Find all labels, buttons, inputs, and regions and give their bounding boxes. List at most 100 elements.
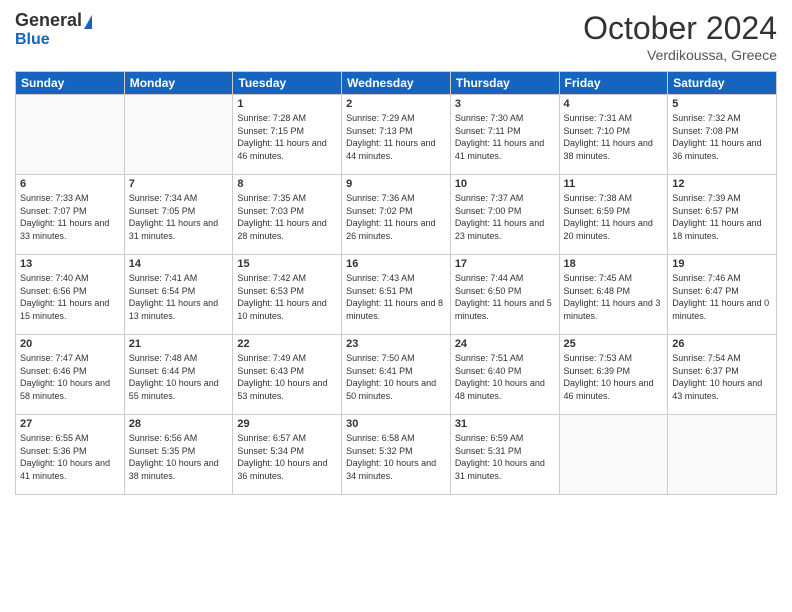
day-info: Sunrise: 7:51 AM Sunset: 6:40 PM Dayligh… xyxy=(455,352,555,402)
calendar-cell: 24 Sunrise: 7:51 AM Sunset: 6:40 PM Dayli… xyxy=(450,335,559,415)
calendar-cell: 30 Sunrise: 6:58 AM Sunset: 5:32 PM Dayli… xyxy=(342,415,451,495)
calendar-cell: 7 Sunrise: 7:34 AM Sunset: 7:05 PM Daylig… xyxy=(124,175,233,255)
day-info: Sunrise: 6:55 AM Sunset: 5:36 PM Dayligh… xyxy=(20,432,120,482)
day-info: Sunrise: 7:43 AM Sunset: 6:51 PM Dayligh… xyxy=(346,272,446,322)
day-number: 27 xyxy=(20,418,120,430)
day-number: 10 xyxy=(455,178,555,190)
day-info: Sunrise: 6:57 AM Sunset: 5:34 PM Dayligh… xyxy=(237,432,337,482)
day-info: Sunrise: 7:31 AM Sunset: 7:10 PM Dayligh… xyxy=(564,112,664,162)
calendar-cell: 6 Sunrise: 7:33 AM Sunset: 7:07 PM Daylig… xyxy=(16,175,125,255)
day-number: 13 xyxy=(20,258,120,270)
month-title: October 2024 xyxy=(583,10,777,47)
day-info: Sunrise: 7:35 AM Sunset: 7:03 PM Dayligh… xyxy=(237,192,337,242)
day-info: Sunrise: 6:58 AM Sunset: 5:32 PM Dayligh… xyxy=(346,432,446,482)
day-info: Sunrise: 7:36 AM Sunset: 7:02 PM Dayligh… xyxy=(346,192,446,242)
calendar-cell: 21 Sunrise: 7:48 AM Sunset: 6:44 PM Dayli… xyxy=(124,335,233,415)
calendar-cell: 2 Sunrise: 7:29 AM Sunset: 7:13 PM Daylig… xyxy=(342,95,451,175)
day-number: 7 xyxy=(129,178,229,190)
logo-general-text: General xyxy=(15,10,82,31)
day-number: 29 xyxy=(237,418,337,430)
day-info: Sunrise: 7:46 AM Sunset: 6:47 PM Dayligh… xyxy=(672,272,772,322)
day-info: Sunrise: 7:34 AM Sunset: 7:05 PM Dayligh… xyxy=(129,192,229,242)
header: General Blue October 2024 Verdikoussa, G… xyxy=(15,10,777,63)
weekday-header: Tuesday xyxy=(233,72,342,95)
calendar-cell: 4Sunrise: 7:31 AM Sunset: 7:10 PM Daylig… xyxy=(559,95,668,175)
calendar-cell: 10 Sunrise: 7:37 AM Sunset: 7:00 PM Dayli… xyxy=(450,175,559,255)
calendar-cell xyxy=(16,95,125,175)
weekday-header: Thursday xyxy=(450,72,559,95)
calendar-cell: 8Sunrise: 7:35 AM Sunset: 7:03 PM Daylig… xyxy=(233,175,342,255)
calendar-cell: 3 Sunrise: 7:30 AM Sunset: 7:11 PM Daylig… xyxy=(450,95,559,175)
day-info: Sunrise: 7:48 AM Sunset: 6:44 PM Dayligh… xyxy=(129,352,229,402)
logo-triangle-icon xyxy=(84,15,92,29)
calendar-cell: 17Sunrise: 7:44 AM Sunset: 6:50 PM Dayli… xyxy=(450,255,559,335)
page-container: General Blue October 2024 Verdikoussa, G… xyxy=(0,0,792,612)
day-number: 28 xyxy=(129,418,229,430)
day-info: Sunrise: 7:42 AM Sunset: 6:53 PM Dayligh… xyxy=(237,272,337,322)
calendar-cell: 27 Sunrise: 6:55 AM Sunset: 5:36 PM Dayli… xyxy=(16,415,125,495)
day-number: 6 xyxy=(20,178,120,190)
calendar-cell: 25 Sunrise: 7:53 AM Sunset: 6:39 PM Dayli… xyxy=(559,335,668,415)
weekday-header: Wednesday xyxy=(342,72,451,95)
calendar-cell: 20Sunrise: 7:47 AM Sunset: 6:46 PM Dayli… xyxy=(16,335,125,415)
day-number: 26 xyxy=(672,338,772,350)
calendar-cell: 5Sunrise: 7:32 AM Sunset: 7:08 PM Daylig… xyxy=(668,95,777,175)
logo: General Blue xyxy=(15,10,92,49)
day-number: 30 xyxy=(346,418,446,430)
day-info: Sunrise: 7:29 AM Sunset: 7:13 PM Dayligh… xyxy=(346,112,446,162)
day-info: Sunrise: 7:38 AM Sunset: 6:59 PM Dayligh… xyxy=(564,192,664,242)
day-number: 9 xyxy=(346,178,446,190)
calendar-cell: 23 Sunrise: 7:50 AM Sunset: 6:41 PM Dayli… xyxy=(342,335,451,415)
weekday-header: Monday xyxy=(124,72,233,95)
title-block: October 2024 Verdikoussa, Greece xyxy=(583,10,777,63)
day-info: Sunrise: 7:30 AM Sunset: 7:11 PM Dayligh… xyxy=(455,112,555,162)
calendar-cell: 31 Sunrise: 6:59 AM Sunset: 5:31 PM Dayli… xyxy=(450,415,559,495)
weekday-header: Sunday xyxy=(16,72,125,95)
calendar-cell xyxy=(559,415,668,495)
day-info: Sunrise: 7:45 AM Sunset: 6:48 PM Dayligh… xyxy=(564,272,664,322)
calendar-cell: 18Sunrise: 7:45 AM Sunset: 6:48 PM Dayli… xyxy=(559,255,668,335)
day-number: 2 xyxy=(346,98,446,110)
day-info: Sunrise: 7:53 AM Sunset: 6:39 PM Dayligh… xyxy=(564,352,664,402)
day-info: Sunrise: 7:44 AM Sunset: 6:50 PM Dayligh… xyxy=(455,272,555,322)
calendar-cell: 15 Sunrise: 7:42 AM Sunset: 6:53 PM Dayli… xyxy=(233,255,342,335)
day-info: Sunrise: 7:49 AM Sunset: 6:43 PM Dayligh… xyxy=(237,352,337,402)
weekday-header: Saturday xyxy=(668,72,777,95)
calendar-cell: 12Sunrise: 7:39 AM Sunset: 6:57 PM Dayli… xyxy=(668,175,777,255)
weekday-header: Friday xyxy=(559,72,668,95)
day-number: 23 xyxy=(346,338,446,350)
day-number: 22 xyxy=(237,338,337,350)
day-number: 12 xyxy=(672,178,772,190)
day-number: 31 xyxy=(455,418,555,430)
day-number: 5 xyxy=(672,98,772,110)
calendar-cell: 1Sunrise: 7:28 AM Sunset: 7:15 PM Daylig… xyxy=(233,95,342,175)
calendar-cell: 29 Sunrise: 6:57 AM Sunset: 5:34 PM Dayli… xyxy=(233,415,342,495)
day-info: Sunrise: 6:59 AM Sunset: 5:31 PM Dayligh… xyxy=(455,432,555,482)
location-subtitle: Verdikoussa, Greece xyxy=(583,47,777,63)
calendar-cell xyxy=(124,95,233,175)
calendar-table: SundayMondayTuesdayWednesdayThursdayFrid… xyxy=(15,71,777,495)
calendar-cell: 13Sunrise: 7:40 AM Sunset: 6:56 PM Dayli… xyxy=(16,255,125,335)
day-number: 15 xyxy=(237,258,337,270)
calendar-cell: 14Sunrise: 7:41 AM Sunset: 6:54 PM Dayli… xyxy=(124,255,233,335)
calendar-cell: 22 Sunrise: 7:49 AM Sunset: 6:43 PM Dayli… xyxy=(233,335,342,415)
day-number: 21 xyxy=(129,338,229,350)
day-info: Sunrise: 7:33 AM Sunset: 7:07 PM Dayligh… xyxy=(20,192,120,242)
day-number: 16 xyxy=(346,258,446,270)
day-info: Sunrise: 7:50 AM Sunset: 6:41 PM Dayligh… xyxy=(346,352,446,402)
day-number: 25 xyxy=(564,338,664,350)
calendar-cell: 19 Sunrise: 7:46 AM Sunset: 6:47 PM Dayli… xyxy=(668,255,777,335)
day-number: 20 xyxy=(20,338,120,350)
calendar-cell xyxy=(668,415,777,495)
day-info: Sunrise: 7:28 AM Sunset: 7:15 PM Dayligh… xyxy=(237,112,337,162)
logo-blue-text: Blue xyxy=(15,31,50,49)
day-number: 24 xyxy=(455,338,555,350)
calendar-cell: 16 Sunrise: 7:43 AM Sunset: 6:51 PM Dayli… xyxy=(342,255,451,335)
day-number: 19 xyxy=(672,258,772,270)
day-info: Sunrise: 7:54 AM Sunset: 6:37 PM Dayligh… xyxy=(672,352,772,402)
day-number: 14 xyxy=(129,258,229,270)
calendar-cell: 28Sunrise: 6:56 AM Sunset: 5:35 PM Dayli… xyxy=(124,415,233,495)
day-info: Sunrise: 7:37 AM Sunset: 7:00 PM Dayligh… xyxy=(455,192,555,242)
day-number: 3 xyxy=(455,98,555,110)
day-number: 11 xyxy=(564,178,664,190)
